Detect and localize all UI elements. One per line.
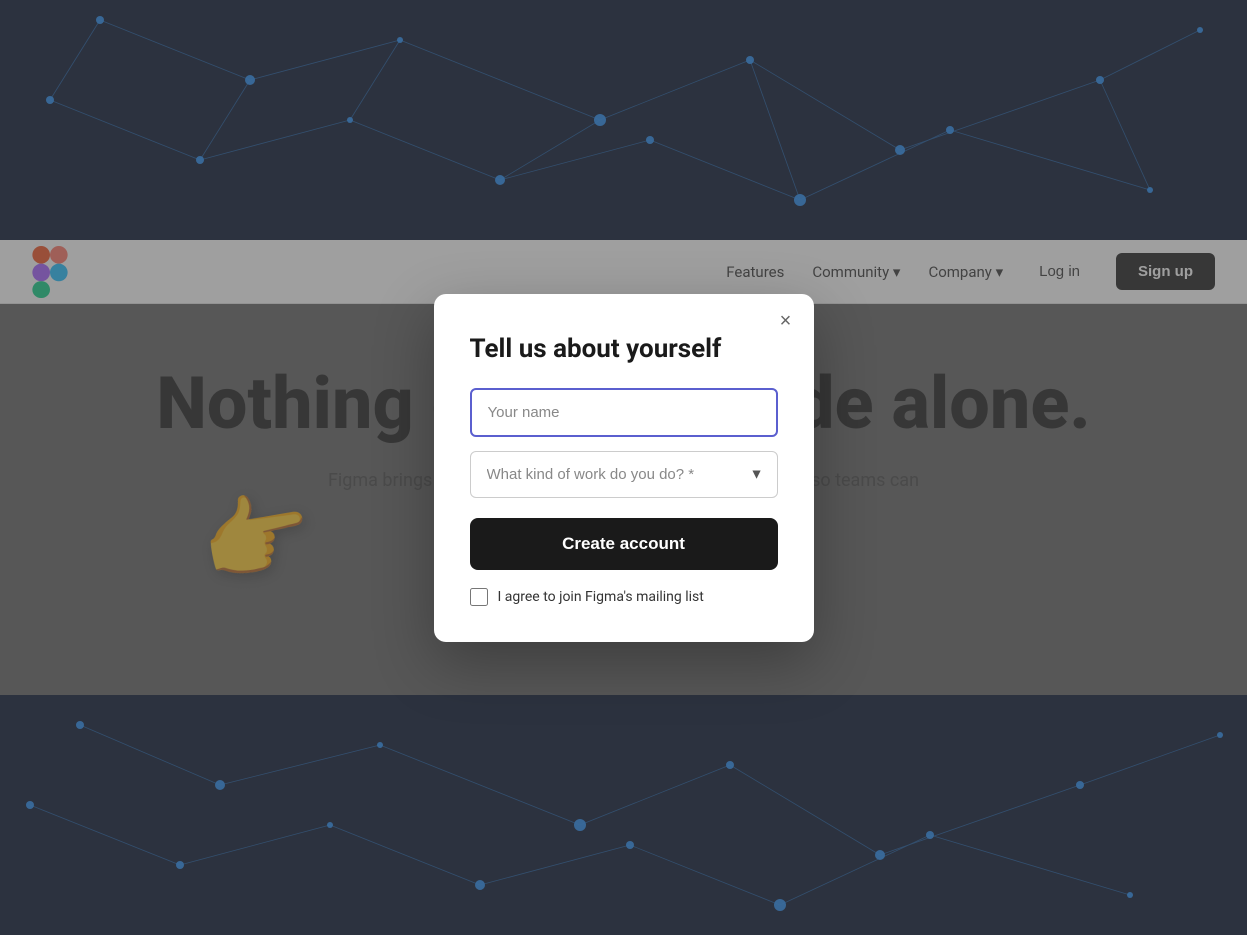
name-input[interactable] — [470, 388, 778, 437]
create-account-button[interactable]: Create account — [470, 518, 778, 570]
mailing-list-row: I agree to join Figma's mailing list — [470, 588, 778, 606]
mailing-list-label: I agree to join Figma's mailing list — [498, 589, 704, 605]
modal-close-button[interactable]: × — [772, 308, 800, 336]
modal-title: Tell us about yourself — [470, 334, 778, 364]
mailing-list-checkbox[interactable] — [470, 588, 488, 606]
work-type-select[interactable]: What kind of work do you do? * Product D… — [470, 451, 778, 498]
work-type-select-wrapper: What kind of work do you do? * Product D… — [470, 451, 778, 498]
tell-us-modal: × Tell us about yourself What kind of wo… — [434, 294, 814, 642]
